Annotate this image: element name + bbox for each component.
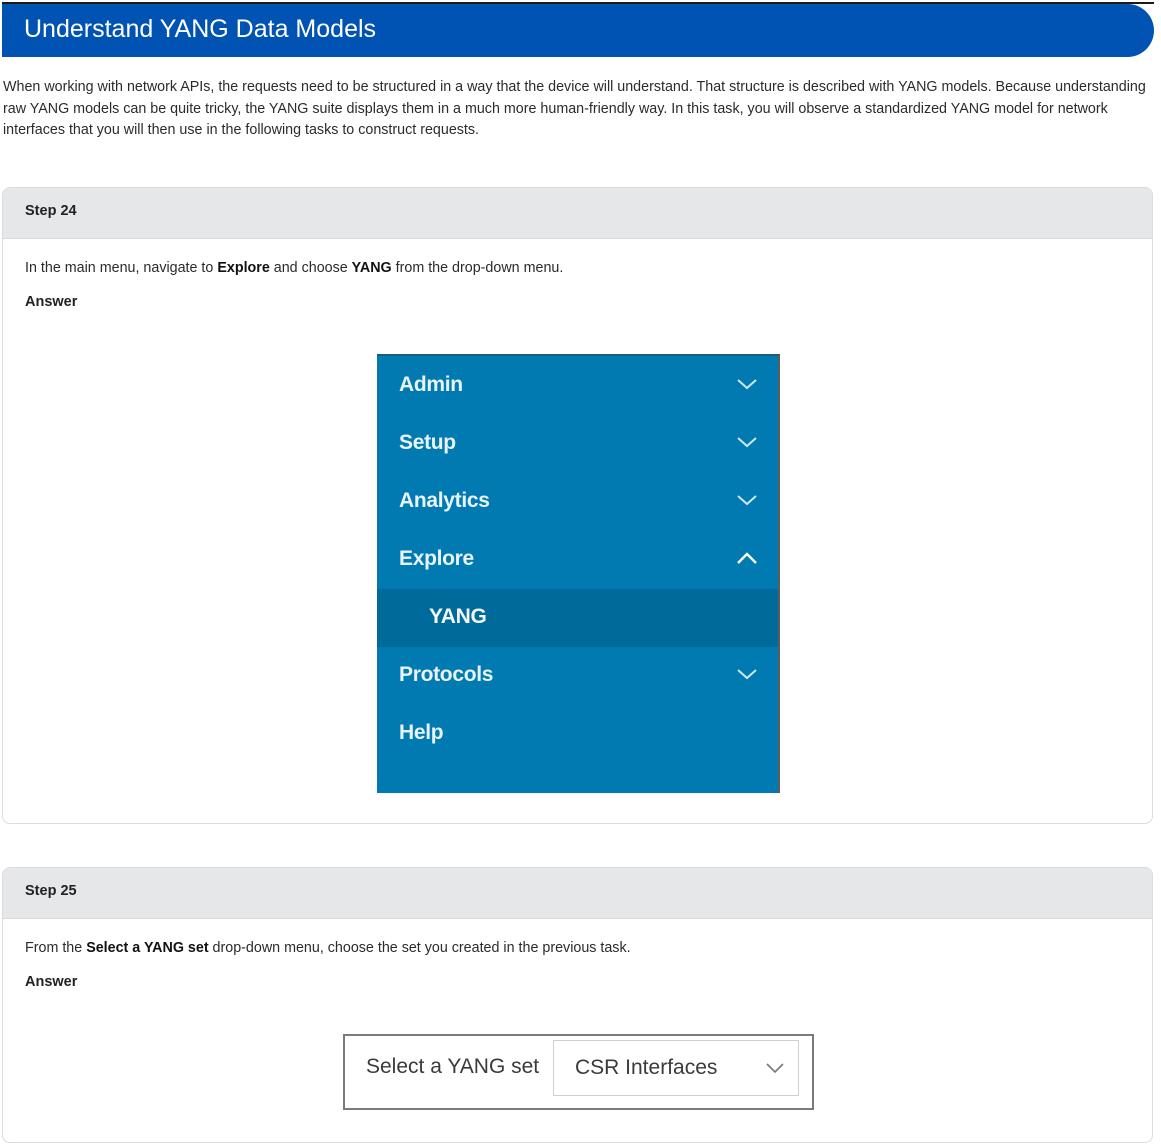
menu-item-explore[interactable]: Explore	[377, 531, 778, 589]
menu-item-help[interactable]: Help	[377, 705, 778, 763]
chevron-down-icon	[766, 1063, 784, 1074]
instruction-text: From the	[25, 940, 87, 956]
chevron-down-icon	[737, 379, 757, 390]
yang-set-dropdown[interactable]: CSR Interfaces	[553, 1040, 799, 1096]
instruction-bold-select: Select a YANG set	[86, 940, 209, 956]
main-menu-screenshot: Admin Setup Analytics Explore YANG Proto…	[377, 354, 780, 793]
chevron-down-icon	[737, 669, 757, 680]
page-title: Understand YANG Data Models	[24, 15, 377, 43]
chevron-down-icon	[737, 437, 757, 448]
menu-item-label: Help	[399, 721, 444, 744]
instruction-text: drop-down menu, choose the set you creat…	[208, 940, 631, 956]
chevron-down-icon	[737, 495, 757, 506]
step-25-title: Step 25	[25, 883, 77, 899]
yang-set-select-label: Select a YANG set	[366, 1055, 540, 1078]
yang-set-select-screenshot: Select a YANG set CSR Interfaces	[343, 1034, 814, 1110]
menu-item-label: Protocols	[399, 663, 494, 686]
menu-item-label: Setup	[399, 431, 456, 454]
menu-item-label: Admin	[399, 373, 463, 396]
instruction-bold-yang: YANG	[351, 260, 392, 276]
instruction-text: from the drop-down menu.	[391, 260, 564, 276]
menu-item-setup[interactable]: Setup	[377, 415, 778, 473]
step-25-instruction: From the Select a YANG set drop-down men…	[25, 940, 631, 956]
instruction-text: In the main menu, navigate to	[25, 260, 218, 276]
yang-set-dropdown-value: CSR Interfaces	[575, 1056, 718, 1079]
step-24-title: Step 24	[25, 203, 77, 219]
menu-item-protocols[interactable]: Protocols	[377, 647, 778, 705]
menu-item-label: Explore	[399, 547, 474, 570]
step-24-instruction: In the main menu, navigate to Explore an…	[25, 260, 563, 276]
intro-paragraph: When working with network APIs, the requ…	[3, 79, 1146, 139]
instruction-bold-explore: Explore	[217, 260, 270, 276]
instruction-text: and choose	[269, 260, 352, 276]
step-24-answer-label: Answer	[25, 294, 78, 310]
chevron-up-icon	[737, 552, 757, 564]
menu-item-analytics[interactable]: Analytics	[377, 473, 778, 531]
menu-item-yang[interactable]: YANG	[377, 589, 778, 647]
menu-item-label: YANG	[429, 605, 487, 628]
step-24-header: Step 24	[3, 188, 1152, 239]
section-banner: Understand YANG Data Models	[2, 4, 1154, 57]
menu-item-admin[interactable]: Admin	[377, 357, 778, 415]
step-25-answer-label: Answer	[25, 974, 78, 990]
menu-item-label: Analytics	[399, 489, 490, 512]
step-25-header: Step 25	[3, 868, 1152, 919]
